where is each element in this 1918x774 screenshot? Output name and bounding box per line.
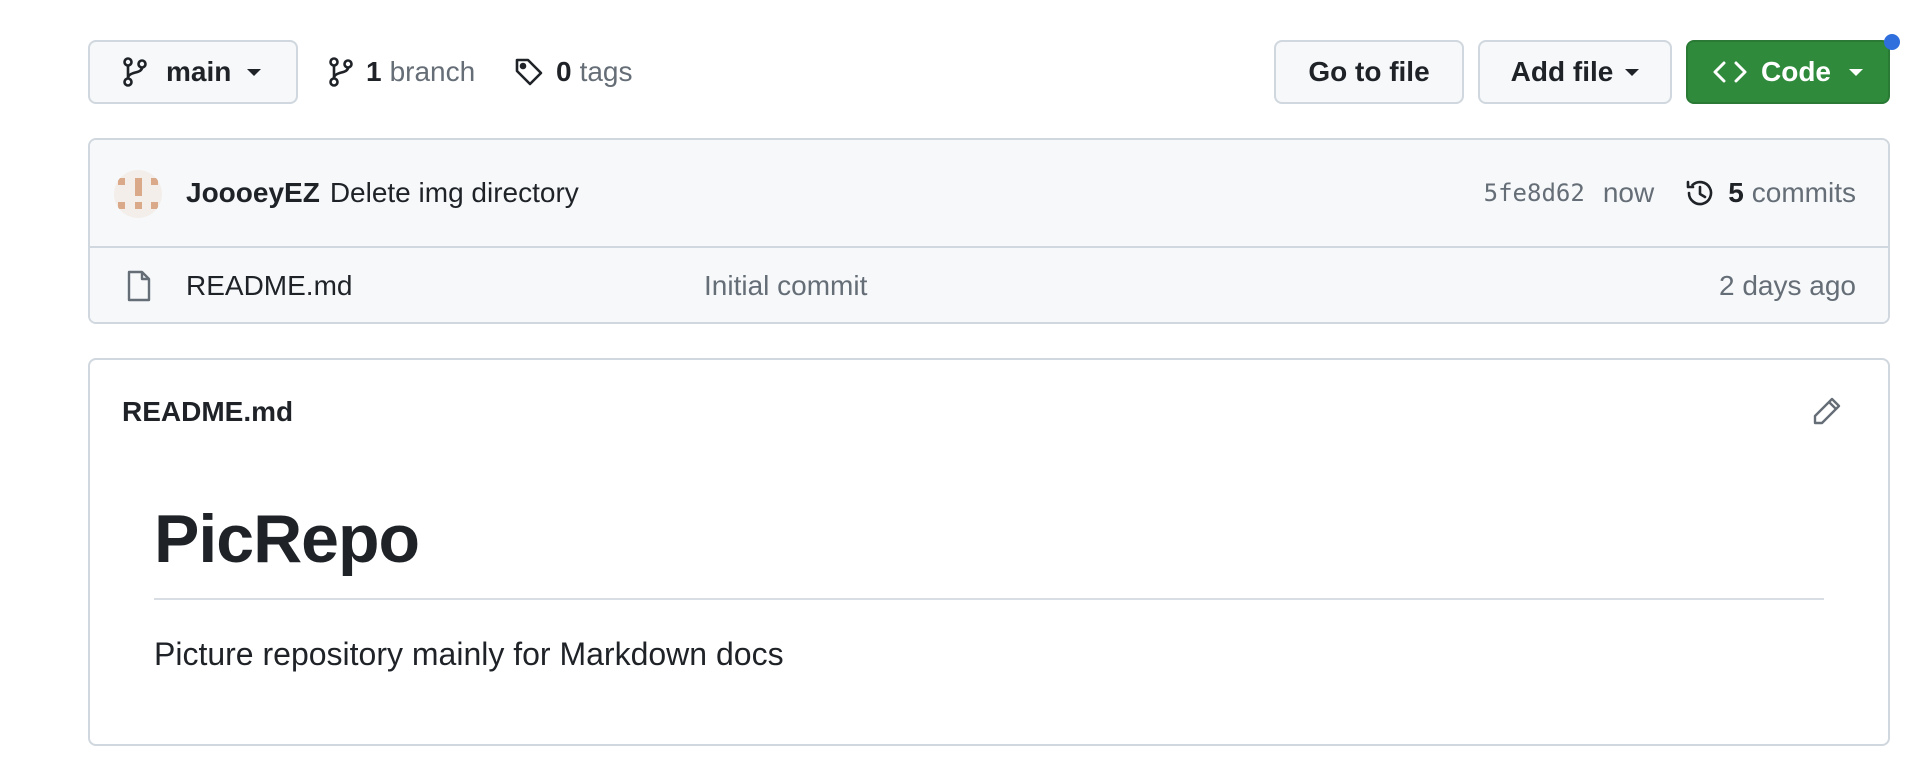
avatar[interactable] (114, 170, 162, 218)
code-button[interactable]: Code (1686, 40, 1890, 104)
pencil-edit-icon[interactable] (1812, 396, 1842, 426)
readme-panel: README.md PicRepo Picture repository mai… (88, 358, 1890, 746)
git-branch-icon (328, 57, 354, 87)
latest-commit-bar: JoooeyEZ Delete img directory 5fe8d62 no… (90, 140, 1888, 248)
commit-time: now (1602, 177, 1655, 208)
chevron-down-icon (247, 68, 262, 76)
go-to-file-label: Go to file (1308, 56, 1430, 87)
code-label: Code (1761, 56, 1831, 87)
tags-count: 0 (556, 56, 572, 87)
commit-summary: JoooeyEZ Delete img directory (186, 140, 579, 246)
avatar-pixel (135, 178, 142, 196)
code-icon (1713, 60, 1747, 84)
branches-count: 1 (366, 56, 382, 87)
avatar-pixel (118, 202, 125, 209)
commit-meta: 5fe8d62 now 5 commits (1484, 140, 1856, 246)
file-row[interactable]: README.md Initial commit 2 days ago (90, 248, 1888, 322)
readme-heading: PicRepo (154, 501, 420, 577)
file-browser: JoooeyEZ Delete img directory 5fe8d62 no… (88, 138, 1890, 324)
tag-icon (514, 57, 544, 87)
repo-toolbar: main 1 branch 0 tags Go to file Add file (88, 40, 1890, 104)
chevron-down-icon (1849, 68, 1863, 76)
add-file-label: Add file (1510, 56, 1614, 87)
branch-name: main (166, 56, 232, 87)
avatar-pixel (135, 202, 142, 209)
commits-count: 5 (1728, 177, 1744, 208)
readme-filename: README.md (122, 396, 294, 427)
tags-link[interactable]: 0 tags (514, 40, 633, 104)
file-commit-message-link[interactable]: Initial commit (704, 248, 867, 322)
tags-label: tags (579, 56, 633, 87)
add-file-button[interactable]: Add file (1478, 40, 1672, 104)
readme-description: Picture repository mainly for Markdown d… (154, 636, 784, 672)
commit-author-link[interactable]: JoooeyEZ (186, 177, 320, 209)
git-branch-icon (122, 57, 148, 87)
go-to-file-button[interactable]: Go to file (1274, 40, 1464, 104)
file-icon (126, 270, 152, 302)
file-name-link[interactable]: README.md (186, 248, 352, 322)
branches-label: branch (389, 56, 476, 87)
commits-history-link[interactable]: 5 commits (1684, 177, 1856, 209)
commits-label: commits (1751, 177, 1856, 208)
branches-link[interactable]: 1 branch (328, 40, 475, 104)
chevron-down-icon (1625, 68, 1640, 76)
commit-message-link[interactable]: Delete img directory (330, 177, 579, 209)
file-age: 2 days ago (1719, 270, 1856, 301)
branch-selector-button[interactable]: main (88, 40, 298, 104)
avatar-pixel (151, 178, 158, 185)
avatar-pixel (118, 178, 125, 185)
heading-divider (154, 598, 1824, 600)
commit-sha-link[interactable]: 5fe8d62 (1484, 179, 1585, 207)
history-icon (1684, 177, 1716, 209)
avatar-pixel (151, 202, 158, 209)
notification-dot (1884, 34, 1900, 50)
